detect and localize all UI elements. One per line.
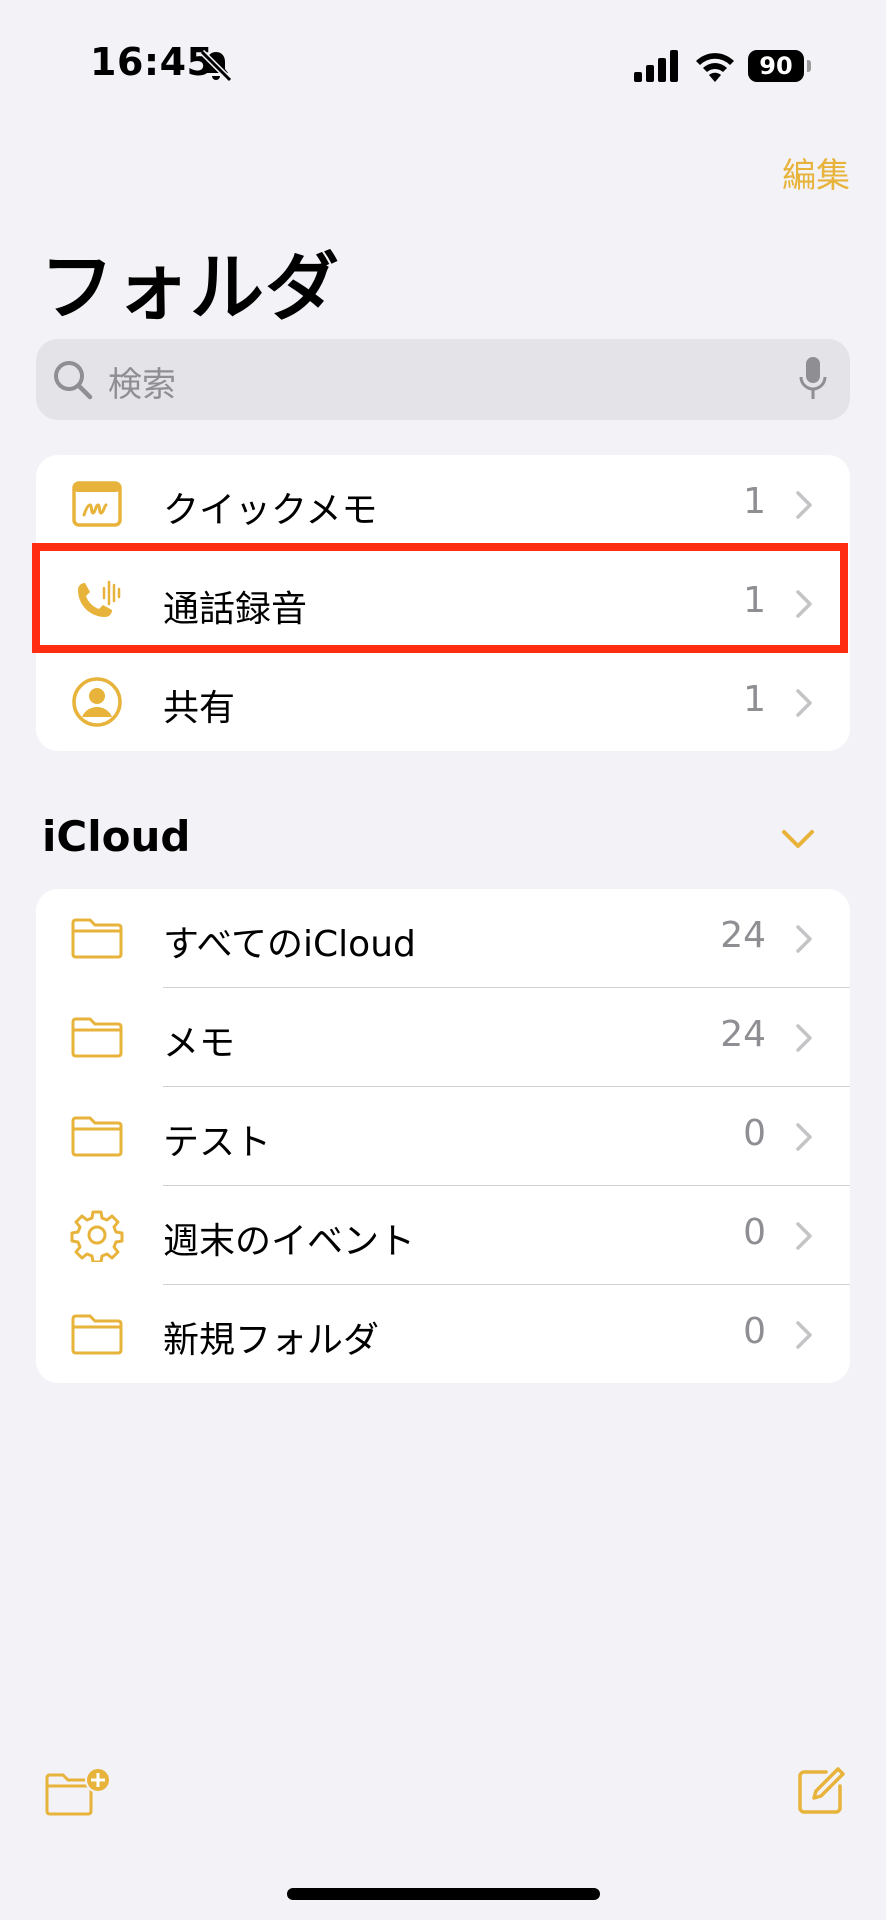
highlight-box — [32, 543, 848, 653]
search-placeholder: 検索 — [108, 365, 176, 405]
folder-row-quick-notes[interactable]: クイックメモ 1 — [36, 455, 850, 554]
chevron-right-icon — [796, 1222, 812, 1250]
folder-label: テスト — [163, 1122, 272, 1163]
edit-button[interactable]: 編集 — [782, 148, 850, 197]
folder-count: 1 — [743, 481, 766, 522]
page-title: フォルダ — [40, 245, 340, 331]
folder-count: 0 — [743, 1113, 766, 1154]
folder-icon — [71, 1314, 123, 1355]
folder-icon — [71, 1017, 123, 1058]
icloud-folders-card: すべてのiCloud 24 メモ 24 テスト 0 週末のイベント 0 新規フォ… — [36, 889, 850, 1383]
chevron-right-icon — [796, 1321, 812, 1349]
chevron-right-icon — [796, 1123, 812, 1151]
folder-row-all-icloud[interactable]: すべてのiCloud 24 — [36, 889, 850, 988]
folder-label: 新規フォルダ — [163, 1320, 380, 1361]
folder-count: 1 — [743, 679, 766, 720]
section-title-icloud: iCloud — [42, 812, 191, 861]
quick-note-icon — [72, 481, 122, 527]
search-field[interactable]: 検索 — [36, 339, 850, 420]
compose-icon[interactable] — [796, 1766, 846, 1816]
gear-icon — [70, 1210, 124, 1262]
status-time: 16:45 — [90, 40, 214, 84]
folder-row-weekend-events[interactable]: 週末のイベント 0 — [36, 1186, 850, 1285]
chevron-down-icon[interactable] — [780, 828, 816, 852]
folder-count: 0 — [743, 1212, 766, 1253]
folder-count: 24 — [720, 915, 766, 956]
folder-label: 共有 — [163, 688, 236, 729]
chevron-right-icon — [796, 491, 812, 519]
silent-bell-icon — [199, 49, 233, 83]
chevron-right-icon — [796, 689, 812, 717]
new-folder-icon[interactable] — [44, 1766, 114, 1822]
folder-row-new-folder[interactable]: 新規フォルダ 0 — [36, 1285, 850, 1383]
folder-label: クイックメモ — [163, 490, 378, 531]
battery-tip — [807, 60, 811, 72]
microphone-icon[interactable] — [798, 355, 828, 403]
wifi-icon — [696, 53, 734, 82]
home-indicator[interactable] — [287, 1888, 600, 1900]
chevron-right-icon — [796, 1024, 812, 1052]
folder-row-notes[interactable]: メモ 24 — [36, 988, 850, 1087]
folder-row-test[interactable]: テスト 0 — [36, 1087, 850, 1186]
folder-count: 0 — [743, 1311, 766, 1352]
search-icon — [54, 361, 93, 400]
battery-indicator: 90 — [748, 50, 804, 82]
folder-label: すべてのiCloud — [163, 924, 416, 965]
folder-label: メモ — [163, 1023, 236, 1064]
shared-person-icon — [72, 677, 122, 727]
folder-icon — [71, 918, 123, 959]
chevron-right-icon — [796, 925, 812, 953]
folder-icon — [71, 1116, 123, 1157]
folder-count: 24 — [720, 1014, 766, 1055]
folder-label: 週末のイベント — [163, 1221, 416, 1262]
folder-row-shared[interactable]: 共有 1 — [36, 653, 850, 751]
cellular-signal-icon — [634, 50, 678, 82]
